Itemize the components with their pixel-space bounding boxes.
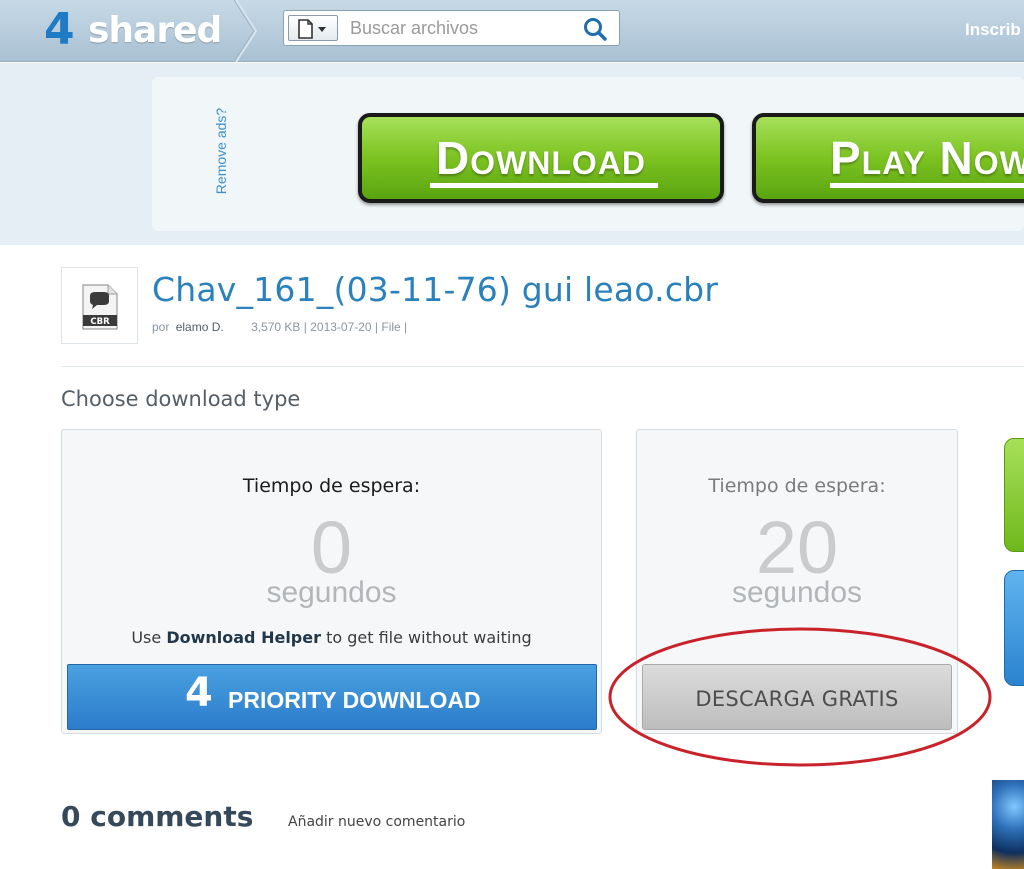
by-prefix: por xyxy=(152,320,170,334)
priority-download-label: PRIORITY DOWNLOAD xyxy=(228,687,481,713)
document-icon xyxy=(298,19,326,39)
download-helper-link[interactable]: Download Helper xyxy=(166,628,321,647)
free-download-button[interactable]: DESCARGA GRATIS xyxy=(642,664,952,730)
download-type-heading: Choose download type xyxy=(61,387,301,411)
ad-download-underline xyxy=(430,183,658,188)
search-box xyxy=(283,10,620,46)
file-details: 3,570 KB | 2013-07-20 | File | xyxy=(251,320,408,334)
comments-count: 0 comments xyxy=(61,800,254,833)
side-ad-blue[interactable] xyxy=(1004,570,1024,686)
cbr-file-icon: CBR xyxy=(82,284,118,330)
free-download-card: Tiempo de espera: 20 segundos DESCARGA G… xyxy=(636,429,958,734)
helper-suffix: to get file without waiting xyxy=(326,628,532,647)
logo-number: 4 xyxy=(44,4,75,55)
owner-link[interactable]: elamo D. xyxy=(176,320,224,334)
wait-time-label: Tiempo de espera: xyxy=(242,475,421,497)
wait-time-label: Tiempo de espera: xyxy=(708,475,886,497)
ad-play-label: Play Now xyxy=(830,132,1024,184)
logo-word: shared xyxy=(88,10,222,51)
side-ad-green[interactable] xyxy=(1004,438,1024,552)
ad-download-label: Download xyxy=(435,132,647,184)
wait-unit: segundos xyxy=(266,576,397,609)
download-helper-text: Use Download Helper to get file without … xyxy=(62,628,601,647)
remove-ads-label: Remove ads? xyxy=(213,107,229,195)
wait-unit: segundos xyxy=(731,576,863,609)
section-divider xyxy=(61,366,1024,367)
file-type-thumbnail: CBR xyxy=(61,267,138,344)
remove-ads-link[interactable]: Remove ads? xyxy=(196,63,229,245)
file-name: Chav_161_(03-11-76) gui leao.cbr xyxy=(152,270,719,309)
header-separator xyxy=(233,0,258,62)
ad-download-button[interactable]: Download xyxy=(358,113,724,203)
ad-play-underline xyxy=(830,183,1024,188)
ad-play-now-button[interactable]: Play Now xyxy=(752,113,1024,203)
helper-prefix: Use xyxy=(131,628,162,647)
file-icon-label: CBR xyxy=(90,317,110,327)
file-meta: por elamo D. 3,570 KB | 2013-07-20 | Fil… xyxy=(152,320,407,334)
add-comment-link[interactable]: Añadir nuevo comentario xyxy=(288,814,465,830)
priority-download-card: Tiempo de espera: 0 segundos Use Downloa… xyxy=(61,429,602,734)
top-header: 4 shared Inscrib xyxy=(0,0,1024,62)
search-icon[interactable] xyxy=(582,16,608,42)
file-type-dropdown[interactable] xyxy=(288,15,338,41)
signup-link[interactable]: Inscrib xyxy=(965,20,1021,40)
side-ad-thumbnail[interactable] xyxy=(992,780,1024,869)
priority-4-icon: 4 xyxy=(185,670,213,716)
priority-download-button[interactable]: 4 PRIORITY DOWNLOAD xyxy=(67,664,597,730)
chevron-down-icon xyxy=(318,27,326,32)
search-input[interactable] xyxy=(350,15,570,41)
free-download-label: DESCARGA GRATIS xyxy=(695,687,899,711)
